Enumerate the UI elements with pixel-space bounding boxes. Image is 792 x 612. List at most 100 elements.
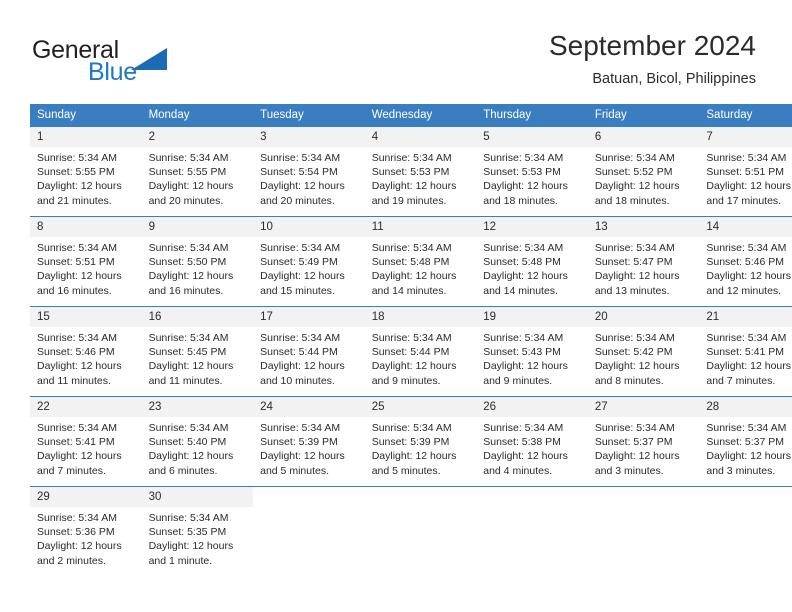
day-cell[interactable]: 6 Sunrise: 5:34 AM Sunset: 5:52 PM Daylight… [587,126,700,216]
day-details: Sunrise: 5:34 AM Sunset: 5:44 PM Daylight:… [365,327,477,388]
daylight-text-line2: and 14 minutes. [483,284,558,297]
daylight-text-line1: Daylight: 12 hours [594,180,680,193]
day-cell[interactable]: 17 Sunrise: 5:34 AM Sunset: 5:44 PM Dayligh… [253,306,365,396]
day-cell[interactable]: 13 Sunrise: 5:34 AM Sunset: 5:47 PM Dayligh… [587,216,700,306]
day-cell[interactable]: 21 Sunrise: 5:34 AM Sunset: 5:41 PM Dayligh… [699,306,792,396]
calendar-cell: 16 Sunrise: 5:34 AM Sunset: 5:45 PM Dayligh… [141,306,254,396]
day-cell[interactable]: 4 Sunrise: 5:34 AM Sunset: 5:53 PM Daylight… [364,126,477,216]
sunset-text: Sunset: 5:44 PM [371,346,450,359]
daylight-text-line2: and 5 minutes. [260,464,330,477]
day-cell[interactable]: 26 Sunrise: 5:34 AM Sunset: 5:38 PM Dayligh… [476,396,588,486]
day-number: 21 [699,307,792,327]
day-cell[interactable]: 7 Sunrise: 5:34 AM Sunset: 5:51 PM Daylight… [699,126,792,216]
weekday-header-wednesday: Wednesday [364,104,477,126]
day-cell[interactable]: 20 Sunrise: 5:34 AM Sunset: 5:42 PM Dayligh… [587,306,700,396]
calendar-grid: Sunday Monday Tuesday Wednesday Thursday Frid… [30,104,792,576]
calendar-page: General Blue September 2024 Batuan, Bico… [0,0,792,612]
day-cell[interactable]: 3 Sunrise: 5:34 AM Sunset: 5:54 PM Daylight… [253,126,365,216]
day-cell[interactable]: 22 Sunrise: 5:34 AM Sunset: 5:41 PM Dayligh… [30,396,142,486]
sunset-text: Sunset: 5:38 PM [483,436,561,449]
sunrise-text: Sunrise: 5:34 AM [37,332,117,344]
day-cell[interactable]: 24 Sunrise: 5:34 AM Sunset: 5:39 PM Dayligh… [253,396,365,486]
sunrise-text: Sunrise: 5:34 AM [37,152,117,164]
day-number: 14 [699,217,792,237]
daylight-text-line2: and 18 minutes. [483,194,558,207]
day-number: 2 [141,127,254,147]
calendar-week-row: 22 Sunrise: 5:34 AM Sunset: 5:41 PM Dayligh… [30,396,792,486]
weekday-header-monday: Monday [141,104,254,126]
day-number: 12 [476,217,588,237]
daylight-text-line2: and 15 minutes. [260,284,335,297]
day-cell[interactable]: 28 Sunrise: 5:34 AM Sunset: 5:37 PM Dayligh… [699,396,792,486]
sunrise-text: Sunrise: 5:34 AM [371,422,452,434]
sunset-text: Sunset: 5:51 PM [706,166,785,179]
daylight-text-line1: Daylight: 12 hours [594,270,680,283]
day-cell[interactable]: 29 Sunrise: 5:34 AM Sunset: 5:36 PM Dayligh… [30,486,142,576]
day-cell[interactable]: 23 Sunrise: 5:34 AM Sunset: 5:40 PM Dayligh… [141,396,254,486]
sunset-text: Sunset: 5:39 PM [371,436,450,449]
daylight-text-line1: Daylight: 12 hours [148,450,234,463]
daylight-text-line2: and 4 minutes. [483,464,553,477]
day-details: Sunrise: 5:34 AM Sunset: 5:42 PM Daylight:… [588,327,700,388]
day-details: Sunrise: 5:34 AM Sunset: 5:35 PM Daylight:… [142,507,254,568]
day-cell[interactable]: 2 Sunrise: 5:34 AM Sunset: 5:55 PM Daylight… [141,126,254,216]
day-details: Sunrise: 5:34 AM Sunset: 5:54 PM Daylight:… [253,147,365,208]
day-number: 25 [364,397,477,417]
calendar-cell: 21 Sunrise: 5:34 AM Sunset: 5:41 PM Dayligh… [699,306,792,396]
daylight-text-line1: Daylight: 12 hours [371,180,457,193]
day-number: 15 [30,307,142,327]
day-cell[interactable]: 19 Sunrise: 5:34 AM Sunset: 5:43 PM Dayligh… [476,306,588,396]
sunset-text: Sunset: 5:54 PM [260,166,338,179]
day-number: 3 [253,127,365,147]
day-cell[interactable]: 15 Sunrise: 5:34 AM Sunset: 5:46 PM Dayligh… [30,306,142,396]
day-cell[interactable]: 1 Sunrise: 5:34 AM Sunset: 5:55 PM Daylight… [30,126,142,216]
calendar-cell: 4 Sunrise: 5:34 AM Sunset: 5:53 PM Daylight… [364,126,477,216]
brand-name-blue: Blue [88,58,137,86]
day-cell[interactable]: 27 Sunrise: 5:34 AM Sunset: 5:37 PM Dayligh… [587,396,700,486]
day-details: Sunrise: 5:34 AM Sunset: 5:50 PM Daylight:… [142,237,254,298]
day-cell[interactable]: 12 Sunrise: 5:34 AM Sunset: 5:48 PM Dayligh… [476,216,588,306]
day-cell[interactable]: 14 Sunrise: 5:34 AM Sunset: 5:46 PM Dayligh… [699,216,792,306]
day-cell[interactable]: 5 Sunrise: 5:34 AM Sunset: 5:53 PM Daylight… [476,126,588,216]
sunrise-text: Sunrise: 5:34 AM [483,422,564,434]
daylight-text-line2: and 20 minutes. [148,194,224,207]
daylight-text-line2: and 17 minutes. [706,194,782,207]
calendar-cell: 8 Sunrise: 5:34 AM Sunset: 5:51 PM Daylight… [30,216,142,306]
daylight-text-line1: Daylight: 12 hours [260,360,345,373]
day-number: 16 [141,307,254,327]
sunset-text: Sunset: 5:48 PM [371,256,450,269]
page-title: September 2024 [548,30,756,61]
day-details: Sunrise: 5:34 AM Sunset: 5:48 PM Daylight:… [476,237,588,298]
sunset-text: Sunset: 5:55 PM [37,166,115,179]
day-cell[interactable]: 10 Sunrise: 5:34 AM Sunset: 5:49 PM Dayligh… [253,216,365,306]
sunset-text: Sunset: 5:46 PM [37,346,115,359]
calendar-cell: 20 Sunrise: 5:34 AM Sunset: 5:42 PM Dayligh… [587,306,700,396]
calendar-cell: 5 Sunrise: 5:34 AM Sunset: 5:53 PM Daylight… [476,126,588,216]
day-number: 22 [30,397,142,417]
calendar-cell: 2 Sunrise: 5:34 AM Sunset: 5:55 PM Daylight… [141,126,254,216]
day-details: Sunrise: 5:34 AM Sunset: 5:39 PM Daylight:… [253,417,365,478]
day-cell[interactable]: 11 Sunrise: 5:34 AM Sunset: 5:48 PM Dayligh… [364,216,477,306]
day-cell[interactable]: 25 Sunrise: 5:34 AM Sunset: 5:39 PM Dayligh… [364,396,477,486]
calendar-cell [699,486,792,576]
weekday-header-tuesday: Tuesday [253,104,365,126]
sunset-text: Sunset: 5:42 PM [594,346,673,359]
daylight-text-line1: Daylight: 12 hours [260,450,345,463]
sunset-text: Sunset: 5:53 PM [371,166,450,179]
day-cell[interactable]: 18 Sunrise: 5:34 AM Sunset: 5:44 PM Dayligh… [364,306,477,396]
day-cell[interactable]: 30 Sunrise: 5:34 AM Sunset: 5:35 PM Dayligh… [141,486,254,576]
day-cell[interactable]: 8 Sunrise: 5:34 AM Sunset: 5:51 PM Daylight… [30,216,142,306]
sunrise-text: Sunrise: 5:34 AM [260,152,341,164]
day-cell[interactable]: 16 Sunrise: 5:34 AM Sunset: 5:45 PM Dayligh… [141,306,254,396]
calendar-cell: 13 Sunrise: 5:34 AM Sunset: 5:47 PM Dayligh… [587,216,700,306]
day-number: 13 [587,217,700,237]
daylight-text-line1: Daylight: 12 hours [148,360,234,373]
sunrise-text: Sunrise: 5:34 AM [371,152,452,164]
brand-logo[interactable]: General Blue [32,36,212,88]
day-details: Sunrise: 5:34 AM Sunset: 5:49 PM Daylight:… [253,237,365,298]
sunset-text: Sunset: 5:44 PM [260,346,338,359]
day-number [587,487,700,507]
day-cell[interactable]: 9 Sunrise: 5:34 AM Sunset: 5:50 PM Daylight… [141,216,254,306]
day-details: Sunrise: 5:34 AM Sunset: 5:46 PM Daylight:… [30,327,142,388]
daylight-text-line2: and 18 minutes. [594,194,670,207]
